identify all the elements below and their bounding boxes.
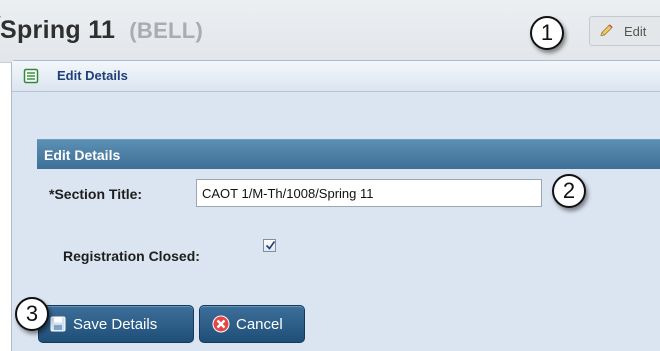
callout-2: 2: [552, 174, 586, 208]
callout-3: 3: [15, 297, 49, 331]
panel-header: Edit Details: [12, 61, 660, 92]
section-title: Edit Details: [44, 147, 121, 163]
save-details-label: Save Details: [73, 315, 158, 333]
document-icon: [23, 68, 39, 89]
callout-1: 1: [530, 16, 564, 50]
page-title-text: Spring 11: [0, 16, 116, 44]
panel-title: Edit Details: [57, 68, 128, 83]
cancel-button[interactable]: Cancel: [199, 305, 305, 343]
registration-closed-checkbox[interactable]: [263, 239, 276, 252]
edit-button[interactable]: Edit: [589, 16, 660, 46]
edit-button-label: Edit: [624, 23, 647, 39]
section-title-input[interactable]: [196, 179, 542, 207]
cancel-icon: [212, 315, 230, 333]
save-details-button[interactable]: Save Details: [38, 305, 194, 343]
edit-details-screen: Spring 11 (BELL) Edit Edit Details Edit …: [0, 0, 660, 351]
pencil-icon: [598, 23, 614, 39]
page-title-code: (BELL): [129, 18, 204, 43]
check-icon: [265, 241, 276, 250]
section-title-label: *Section Title:: [49, 186, 143, 202]
registration-closed-label: Registration Closed:: [63, 248, 200, 264]
save-icon: [49, 315, 67, 333]
section-header: Edit Details: [37, 139, 660, 169]
cancel-label: Cancel: [236, 315, 283, 333]
page-title: Spring 11 (BELL): [0, 16, 203, 45]
